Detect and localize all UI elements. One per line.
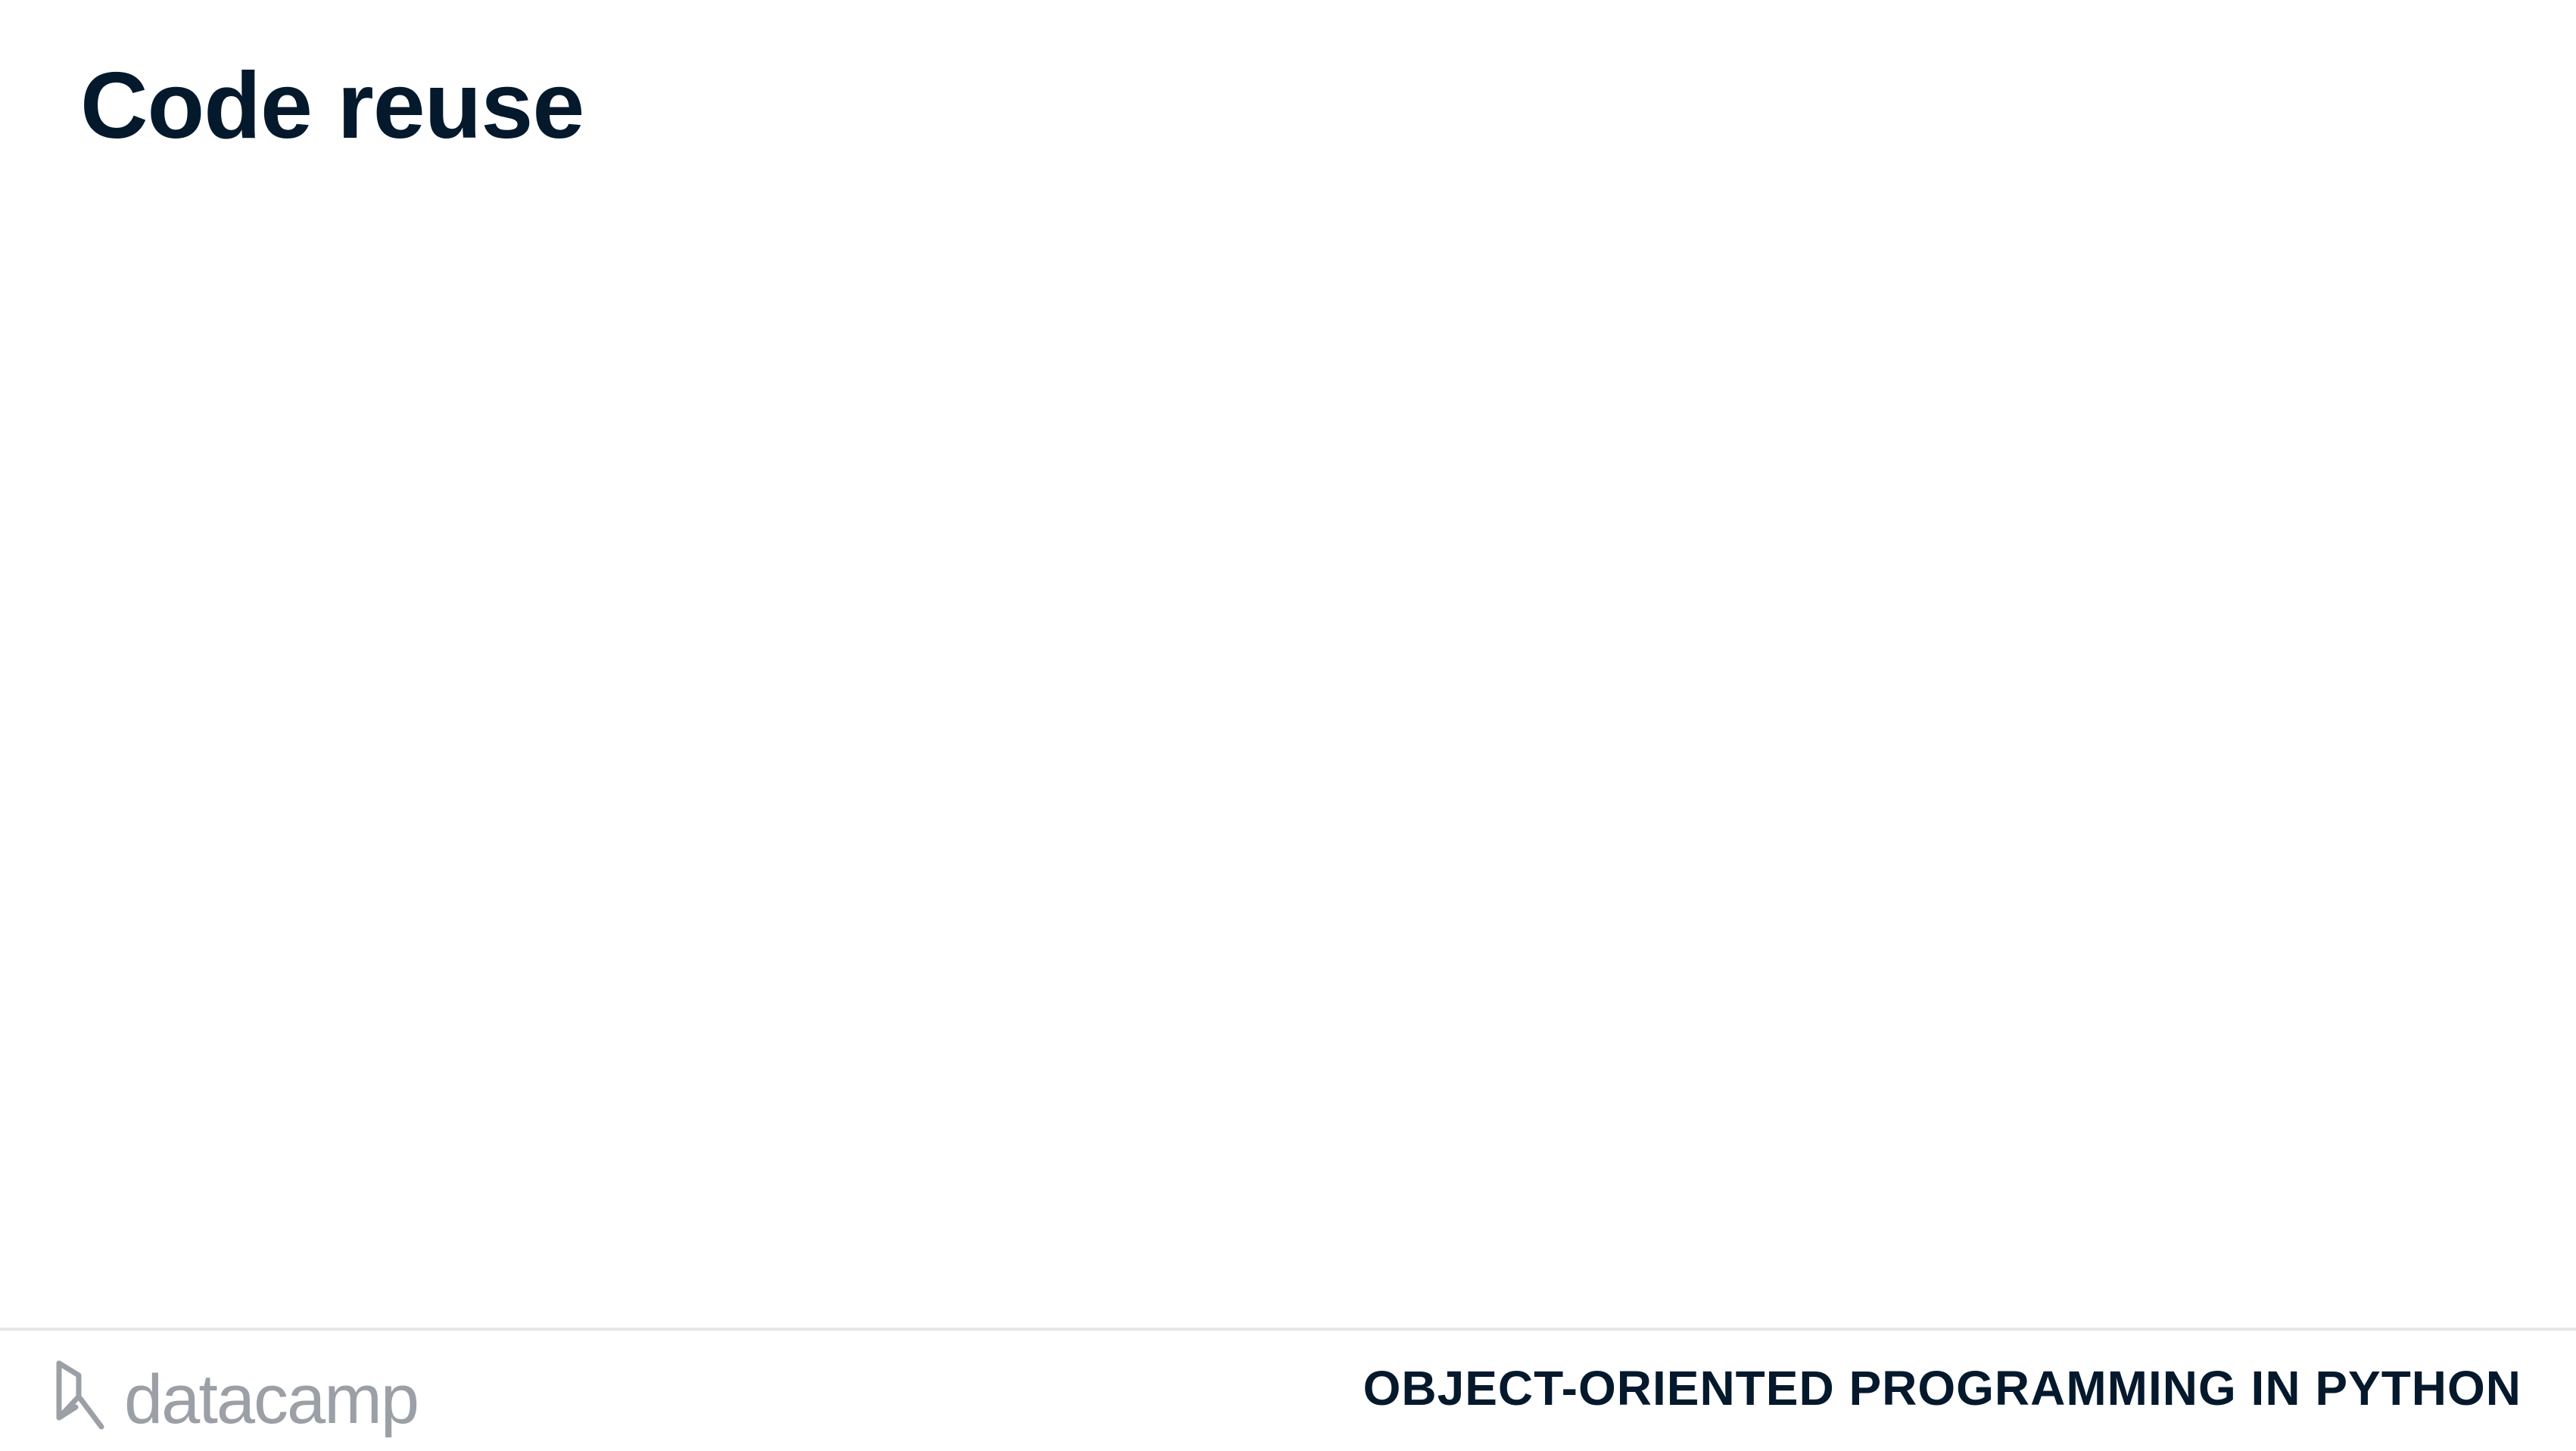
datacamp-logo-icon [56,1360,104,1430]
datacamp-logo: datacamp [53,1353,419,1438]
slide-title: Code reuse [80,54,584,158]
course-name: OBJECT-ORIENTED PROGRAMMING IN PYTHON [1363,1361,2521,1415]
slide-footer: datacamp OBJECT-ORIENTED PROGRAMMING IN … [0,1331,2576,1451]
logo-text: datacamp [124,1361,419,1438]
slide-content-area [0,174,2576,1325]
